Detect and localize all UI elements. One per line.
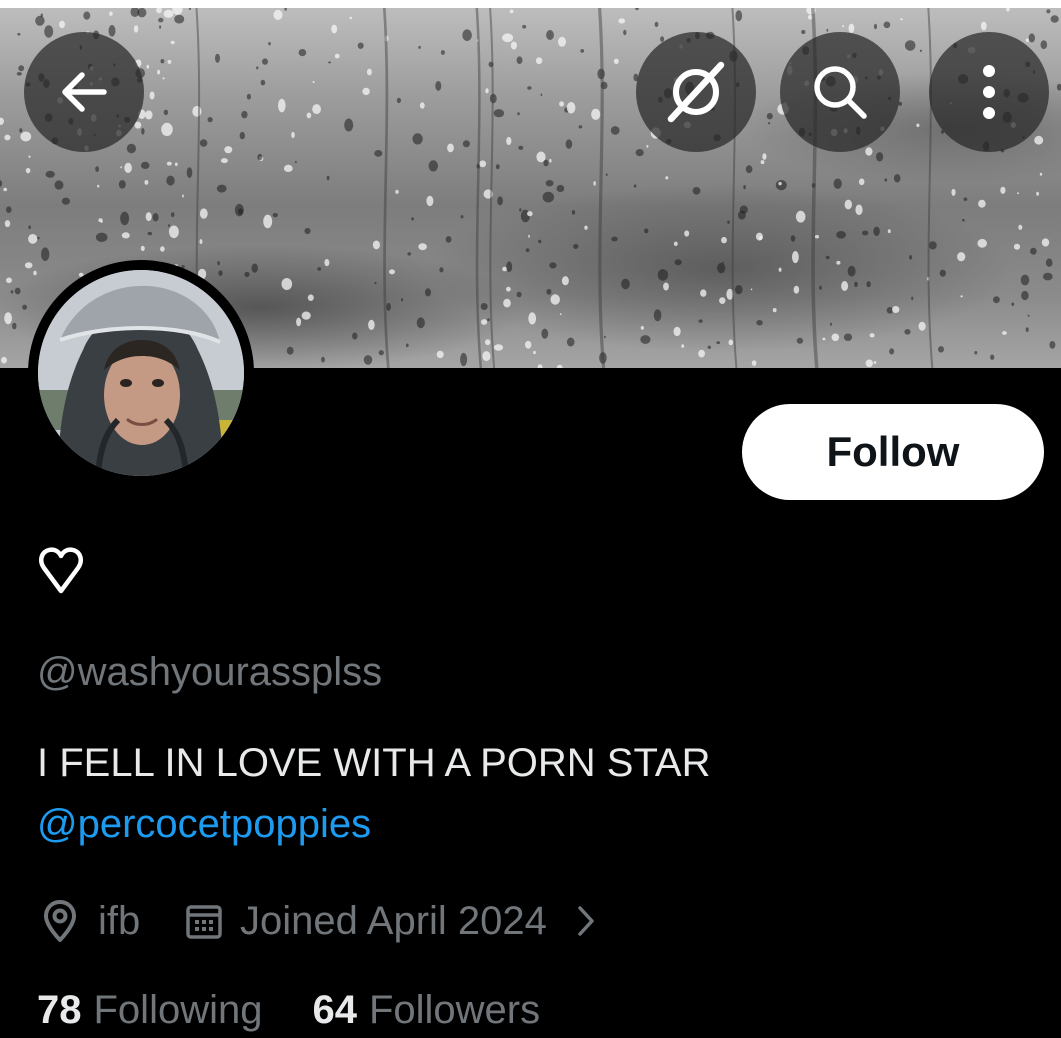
followers-link[interactable]: 64 Followers xyxy=(312,988,540,1033)
grok-icon xyxy=(667,61,725,123)
heart-outline-icon xyxy=(39,547,83,594)
location: ifb xyxy=(40,896,140,946)
search-icon xyxy=(814,66,867,119)
profile-handle: @washyourassplss xyxy=(37,650,383,694)
chevron-right-icon xyxy=(578,906,594,936)
status-strip xyxy=(0,0,1061,8)
more-vertical-icon xyxy=(983,65,995,119)
following-label: Following xyxy=(93,988,263,1032)
join-date[interactable]: Joined April 2024 xyxy=(184,896,597,946)
bio-mention-link[interactable]: @percocetpoppies xyxy=(37,802,371,847)
followers-count: 64 xyxy=(312,988,357,1032)
back-button[interactable] xyxy=(24,32,144,152)
location-pin-icon xyxy=(44,900,76,942)
follow-button[interactable]: Follow xyxy=(742,404,1044,500)
following-link[interactable]: 78 Following xyxy=(37,988,262,1033)
location-text: ifb xyxy=(98,898,141,943)
arrow-left-icon xyxy=(62,72,107,112)
followers-label: Followers xyxy=(368,988,541,1032)
following-count: 78 xyxy=(37,988,82,1032)
search-button[interactable] xyxy=(780,32,900,152)
more-options-button[interactable] xyxy=(929,32,1049,152)
calendar-icon xyxy=(186,905,222,939)
grok-button[interactable] xyxy=(636,32,756,152)
avatar[interactable] xyxy=(38,270,244,476)
join-date-text: Joined April 2024 xyxy=(240,898,547,943)
avatar-photo xyxy=(38,270,244,476)
follow-stats: 78 Following 64 Followers xyxy=(37,988,540,1033)
bio-text: I FELL IN LOVE WITH A PORN STAR xyxy=(37,741,711,785)
